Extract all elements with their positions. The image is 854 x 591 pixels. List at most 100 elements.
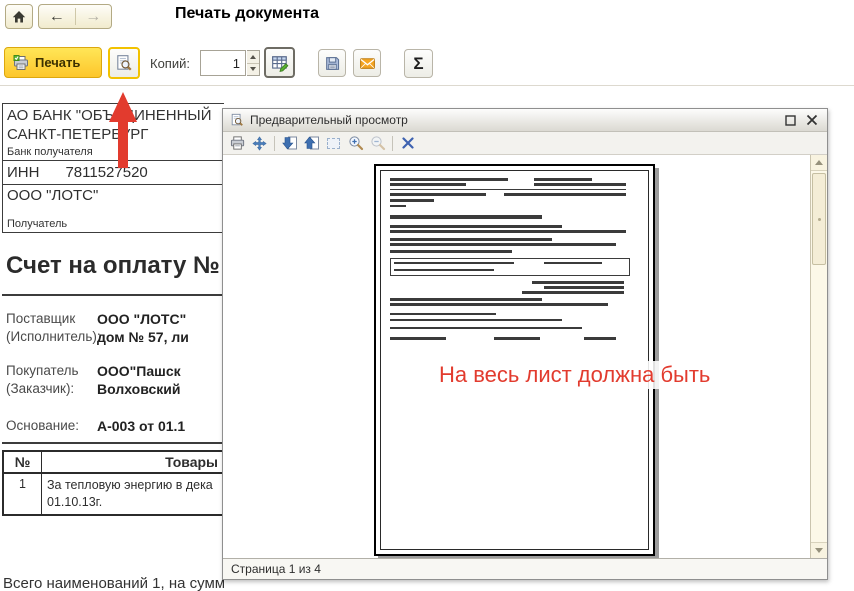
vertical-scrollbar[interactable]	[810, 155, 827, 558]
history-nav-group: ← →	[38, 4, 112, 29]
minidoc-line	[394, 269, 494, 271]
scrollbar-thumb[interactable]	[812, 173, 826, 265]
home-button[interactable]	[5, 4, 33, 29]
buyer-row: Покупатель (Заказчик): ООО"Пашск Волховс…	[6, 362, 181, 398]
preview-page	[374, 164, 655, 556]
divider	[392, 136, 393, 151]
divider	[274, 136, 275, 151]
page-arrow-up-icon	[304, 135, 320, 151]
row-number: 1	[4, 474, 42, 514]
minidoc-line	[534, 183, 626, 186]
minidoc	[382, 172, 647, 548]
minidoc-line	[504, 193, 626, 196]
buyer-value-line1: ООО"Пашск	[97, 362, 181, 380]
back-button[interactable]: ←	[39, 5, 75, 28]
dialog-titlebar[interactable]: Предварительный просмотр	[223, 109, 827, 132]
total-line: Всего наименований 1, на сумму 62 596,83…	[3, 575, 224, 591]
copies-increment-button[interactable]	[247, 51, 259, 63]
printer-icon	[13, 55, 30, 71]
move-cross-icon	[252, 136, 267, 151]
maximize-icon	[785, 115, 796, 126]
preview-canvas[interactable]: На весь лист должна быть	[223, 155, 827, 558]
minidoc-line	[390, 250, 512, 253]
minidoc-line	[544, 262, 602, 264]
minidoc-line	[390, 327, 582, 329]
next-page-button[interactable]	[280, 134, 299, 153]
dialog-toolbar	[223, 132, 827, 155]
supplier-row: Поставщик (Исполнитель): ООО "ЛОТС" дом …	[6, 310, 189, 346]
minidoc-line	[494, 337, 540, 340]
envelope-icon	[359, 55, 376, 72]
scroll-up-button[interactable]	[811, 155, 827, 171]
table-settings-button[interactable]	[264, 47, 295, 78]
floppy-disk-icon	[324, 55, 341, 72]
minidoc-line	[390, 205, 406, 207]
maximize-button[interactable]	[782, 112, 798, 128]
horizontal-rule	[2, 294, 224, 296]
preview-button[interactable]	[108, 47, 140, 79]
dashed-rect-icon	[327, 138, 340, 149]
goods-table-header: № Товары	[4, 452, 222, 474]
printer-icon	[230, 135, 246, 151]
minidoc-line	[522, 291, 624, 294]
forward-button[interactable]: →	[76, 5, 112, 28]
dialog-page-magnifier-icon	[230, 113, 244, 127]
buyer-value-line2: Волховский	[97, 380, 181, 398]
sum-button[interactable]: Σ	[404, 49, 433, 78]
print-button[interactable]: Печать	[4, 47, 102, 78]
invoice-title: Счет на оплату №	[6, 252, 220, 280]
red-arrow-annotation	[106, 90, 140, 170]
dialog-title: Предварительный просмотр	[250, 113, 776, 127]
up-triangle-icon	[815, 160, 823, 165]
copies-input[interactable]: 1	[200, 50, 246, 76]
minidoc-line	[390, 183, 466, 186]
save-button[interactable]	[318, 49, 346, 77]
down-triangle-icon	[815, 548, 823, 553]
minidoc-line	[584, 337, 616, 340]
sigma-icon: Σ	[413, 54, 423, 74]
close-button[interactable]	[804, 112, 820, 128]
close-preview-button[interactable]	[398, 134, 417, 153]
minidoc-line	[390, 313, 496, 315]
page-status: Страница 1 из 4	[231, 562, 321, 576]
down-triangle-icon	[250, 67, 256, 71]
pan-tool-button[interactable]	[250, 134, 269, 153]
email-button[interactable]	[353, 49, 381, 77]
buyer-label-line2: (Заказчик):	[6, 380, 97, 398]
goods-table-row: 1 За тепловую энергию в дека 01.10.13г.	[4, 474, 222, 514]
copies-decrement-button[interactable]	[247, 63, 259, 76]
copies-label: Копий:	[150, 56, 190, 71]
scroll-down-button[interactable]	[811, 542, 827, 558]
basis-label: Основание:	[6, 417, 97, 435]
red-annotation-text: На весь лист должна быть	[435, 361, 714, 389]
blue-x-icon	[402, 137, 414, 149]
prev-page-button[interactable]	[302, 134, 321, 153]
back-icon: ←	[49, 8, 65, 26]
payee-name: ООО "ЛОТС"	[7, 187, 224, 204]
minidoc-line	[532, 281, 624, 284]
preview-page-border	[380, 170, 649, 550]
basis-value: А-003 от 01.1	[97, 417, 185, 435]
thumb-grip-icon	[818, 218, 821, 221]
zoom-out-button[interactable]	[368, 134, 387, 153]
minidoc-line	[390, 303, 608, 306]
magnifier-plus-icon	[348, 135, 364, 151]
minidoc-line	[390, 230, 626, 233]
basis-row: Основание: А-003 от 01.1	[6, 417, 185, 435]
payee-cell: ООО "ЛОТС" Получатель	[3, 185, 224, 232]
dialog-print-button[interactable]	[228, 134, 247, 153]
print-button-label: Печать	[35, 55, 80, 70]
supplier-value-line1: ООО "ЛОТС"	[97, 310, 189, 328]
buyer-label-line1: Покупатель	[6, 362, 97, 380]
zoom-in-button[interactable]	[346, 134, 365, 153]
inn-label: ИНН	[7, 164, 39, 181]
minidoc-line	[390, 243, 616, 246]
supplier-label-line1: Поставщик	[6, 310, 97, 328]
minidoc-line	[390, 178, 508, 181]
home-icon	[11, 9, 27, 25]
minidoc-line	[394, 262, 514, 264]
preview-dialog: Предварительный просмотр	[222, 108, 828, 580]
row-text-line1: За тепловую энергию в дека	[47, 477, 217, 494]
margins-button[interactable]	[324, 134, 343, 153]
minidoc-line	[390, 215, 542, 219]
